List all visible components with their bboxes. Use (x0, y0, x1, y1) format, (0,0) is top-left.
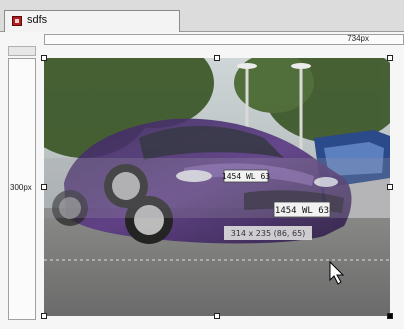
document-tab-bar: sdfs (0, 0, 404, 32)
resize-handle-top-right[interactable] (387, 55, 393, 61)
image-file-icon (12, 16, 22, 26)
tab-label: sdfs (27, 14, 48, 26)
height-label: 300px (10, 183, 32, 192)
document-tab[interactable]: sdfs (4, 10, 180, 32)
resize-handle-bottom[interactable] (214, 313, 220, 319)
vertical-ruler[interactable]: 300px (8, 58, 36, 320)
ruler-corner (8, 46, 36, 56)
resize-handle-top-left[interactable] (41, 55, 47, 61)
car-photo-illustration: 1454 WL 63 1454 WL 63 314 x 235 (86, 65) (44, 58, 390, 316)
selection-size-label: 314 x 235 (86, 65) (231, 229, 306, 238)
resize-handle-bottom-left[interactable] (41, 313, 47, 319)
car-photo[interactable]: 1454 WL 63 1454 WL 63 314 x 235 (86, 65) (44, 58, 390, 316)
plate-back: 1454 WL 63 (222, 172, 270, 181)
horizontal-ruler[interactable]: 734px (44, 34, 404, 45)
plate-front: 1454 WL 63 (275, 206, 329, 216)
width-label: 734px (347, 34, 369, 43)
resize-handle-right[interactable] (387, 184, 393, 190)
resize-handle-bottom-right[interactable] (387, 313, 393, 319)
resize-handle-top[interactable] (214, 55, 220, 61)
resize-handle-left[interactable] (41, 184, 47, 190)
